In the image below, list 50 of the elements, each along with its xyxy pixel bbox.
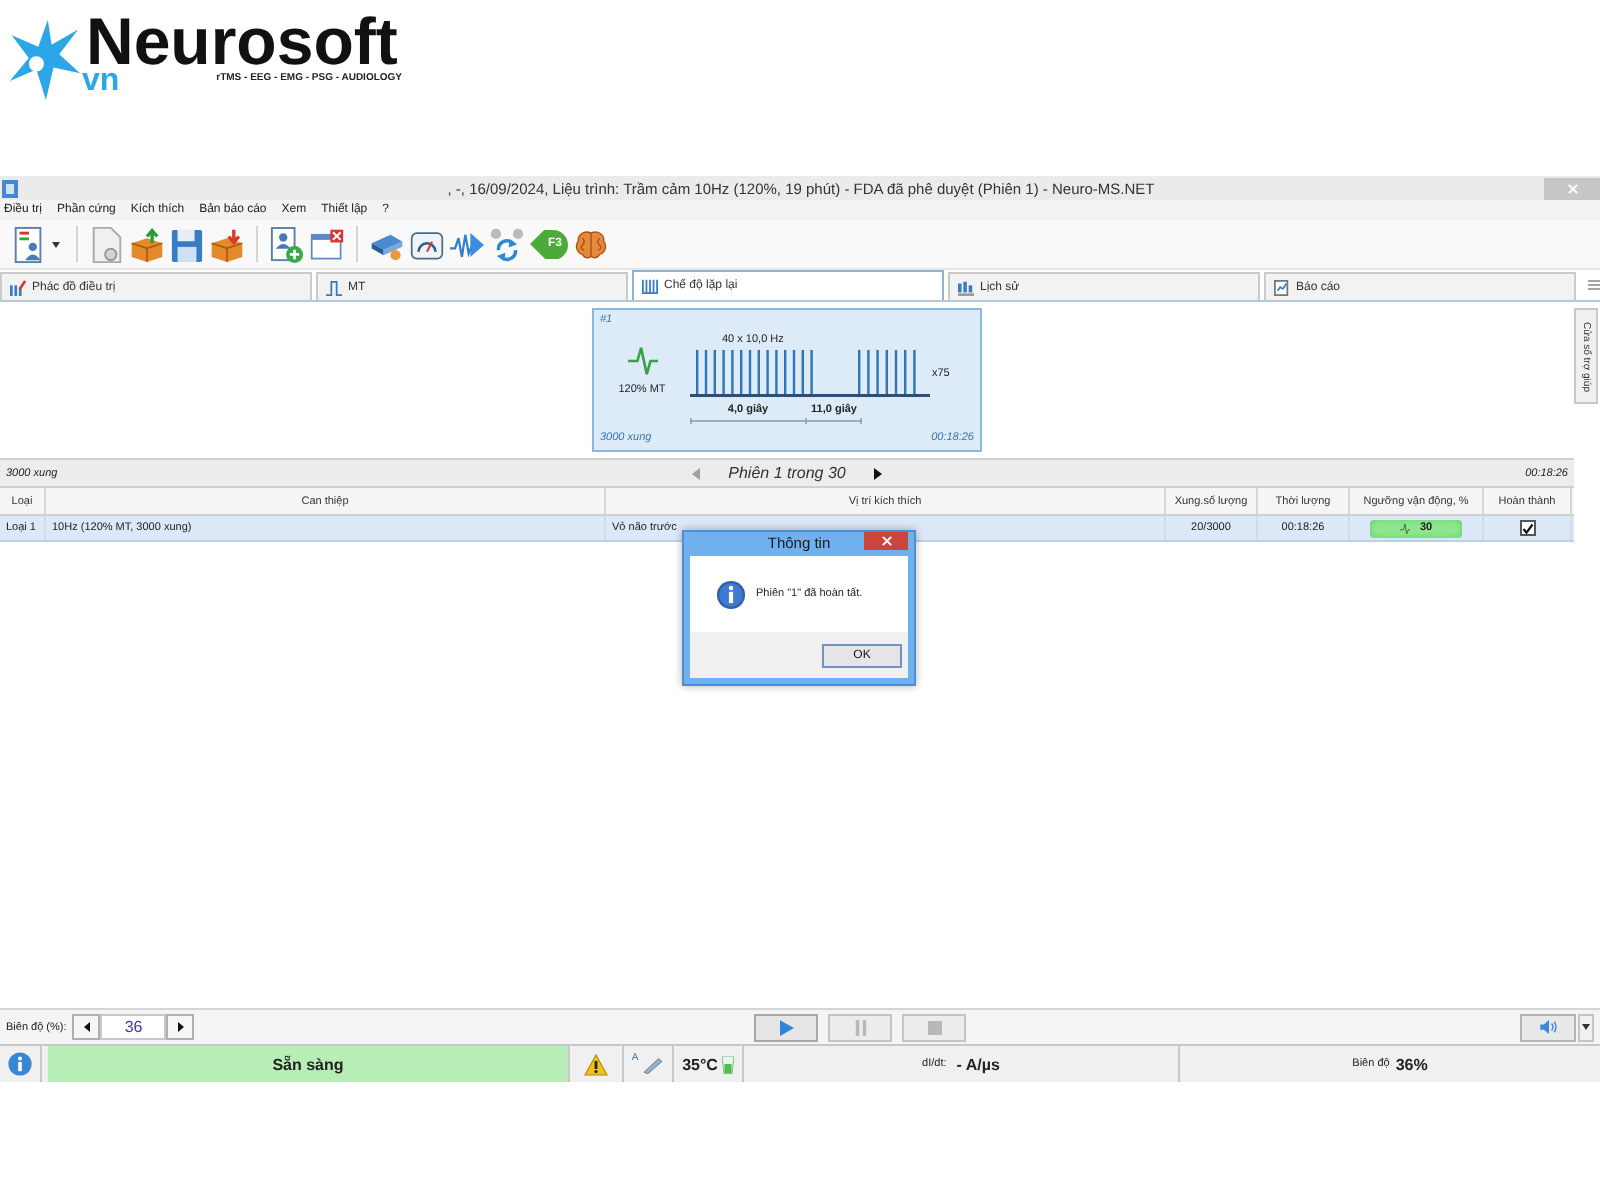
increase-button[interactable] — [166, 1014, 195, 1040]
checkbox[interactable] — [1519, 520, 1535, 536]
close-button[interactable] — [864, 532, 908, 550]
waveform-icon — [627, 344, 657, 378]
app-icon — [2, 179, 18, 197]
dropdown-button[interactable] — [1578, 1013, 1594, 1041]
pause-icon — [853, 1019, 868, 1035]
amplitude-field[interactable]: 36 — [100, 1014, 167, 1040]
play-icon — [779, 1019, 794, 1035]
chart-pencil-icon — [10, 279, 26, 295]
play-button[interactable] — [754, 1013, 819, 1041]
pulse-train-icon — [642, 278, 658, 294]
checkmark-icon — [1521, 521, 1533, 535]
patient-add-icon[interactable] — [270, 225, 304, 263]
box-download-icon[interactable] — [210, 225, 244, 263]
warning-icon[interactable] — [584, 1053, 608, 1075]
refresh-icon[interactable] — [490, 225, 524, 263]
left-triangle-icon — [83, 1022, 90, 1032]
amplitude-status-value: 36% — [1395, 1055, 1428, 1073]
level-gauge-icon — [721, 1055, 734, 1073]
caret-icon — [1582, 1024, 1590, 1030]
close-icon — [881, 536, 891, 546]
neuron-logo-icon — [6, 16, 82, 104]
status-message: Sẵn sàng — [48, 1046, 570, 1082]
didt-value: - A/µs — [956, 1055, 1000, 1073]
close-icon — [1567, 183, 1577, 193]
pen-icon — [642, 1055, 665, 1073]
brain-icon[interactable] — [574, 225, 608, 263]
pulse-icon — [326, 279, 342, 295]
session-label: Phiên 1 trong 30 — [728, 464, 846, 482]
decrease-button[interactable] — [72, 1014, 101, 1040]
temperature-reading: 35°C — [682, 1055, 718, 1073]
stop-icon — [927, 1019, 942, 1035]
save-icon[interactable] — [170, 225, 204, 263]
window-close-icon[interactable] — [310, 225, 344, 263]
waveform-icon — [1399, 521, 1410, 535]
speaker-icon — [1539, 1020, 1557, 1034]
next-arrow-icon[interactable] — [873, 467, 882, 479]
info-icon — [716, 579, 746, 609]
logo-wordmark: Neurosoft — [86, 10, 398, 74]
document-icon[interactable] — [90, 225, 124, 263]
menu-icon[interactable] — [1588, 280, 1600, 290]
caret-icon[interactable] — [52, 241, 60, 247]
bar-chart-icon — [958, 279, 974, 295]
info-icon[interactable] — [8, 1052, 32, 1076]
box-upload-icon[interactable] — [130, 225, 164, 263]
right-triangle-icon — [177, 1022, 184, 1032]
patient-chart-icon[interactable] — [12, 225, 46, 263]
report-icon — [1274, 279, 1290, 295]
logo-suffix: vn — [82, 68, 120, 96]
